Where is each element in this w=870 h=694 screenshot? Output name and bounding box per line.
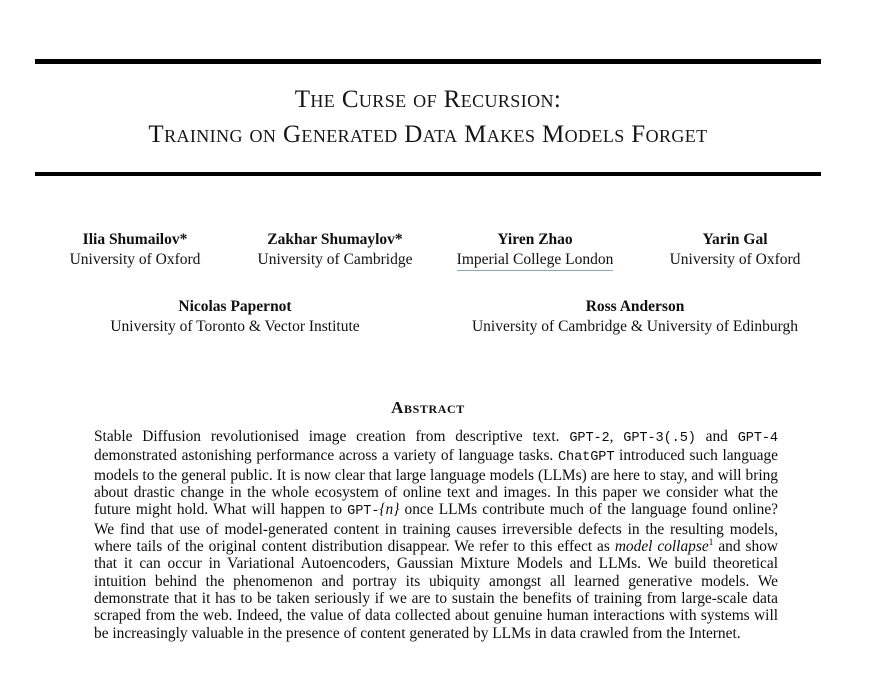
author-name: Yiren Zhao <box>497 231 573 248</box>
author-affiliation: University of Toronto & Vector Institute <box>110 318 360 335</box>
author-name: Ilia Shumailov* <box>82 231 188 248</box>
header-rule-top <box>35 59 821 64</box>
author-row-secondary: Nicolas Papernot University of Toronto &… <box>35 297 835 336</box>
term-model-collapse: model collapse <box>614 538 709 556</box>
model-name-gpt4: GPT-4 <box>737 431 778 446</box>
author-affiliation: University of Cambridge <box>257 251 413 268</box>
author-entry: Ilia Shumailov* University of Oxford <box>35 230 235 269</box>
paper-title: The Curse of Recursion: Training on Gene… <box>35 84 821 150</box>
paper-page: The Curse of Recursion: Training on Gene… <box>0 0 870 694</box>
author-entry: Yarin Gal University of Oxford <box>635 230 835 269</box>
author-entry: Nicolas Papernot University of Toronto &… <box>50 297 420 336</box>
author-name: Zakhar Shumaylov* <box>267 231 403 248</box>
model-name-gpt2: GPT-2 <box>569 431 610 446</box>
author-name: Yarin Gal <box>702 231 768 248</box>
header-rule-bottom <box>35 172 821 176</box>
title-line-2: Training on Generated Data Makes Models … <box>148 121 708 148</box>
abstract-paragraph: Stable Diffusion revolutionised image cr… <box>94 428 778 642</box>
author-name: Ross Anderson <box>585 298 685 315</box>
author-row-primary: Ilia Shumailov* University of Oxford Zak… <box>35 230 835 271</box>
author-entry: Zakhar Shumaylov* University of Cambridg… <box>235 230 435 269</box>
author-affiliation: University of Oxford <box>669 251 801 268</box>
abstract-body: Stable Diffusion revolutionised image cr… <box>94 428 778 642</box>
author-name: Nicolas Papernot <box>178 298 292 315</box>
author-affiliation: University of Oxford <box>69 251 201 268</box>
author-entry: Yiren Zhao Imperial College London <box>435 230 635 271</box>
abstract-text: Stable Diffusion revolutionised image cr… <box>94 428 570 445</box>
author-affiliation: University of Cambridge & University of … <box>471 318 799 335</box>
abstract-text: , <box>609 428 624 445</box>
abstract-text: and <box>695 428 738 445</box>
abstract-text: demonstrated astonishing performance acr… <box>94 447 558 465</box>
model-name-gptn-prefix: GPT- <box>347 504 380 520</box>
author-entry: Ross Anderson University of Cambridge & … <box>450 297 820 336</box>
model-name-chatgpt: ChatGPT <box>557 450 615 466</box>
abstract-heading: Abstract <box>391 398 465 417</box>
model-name-gpt35: GPT-3(.5) <box>623 431 696 446</box>
author-affiliation-link[interactable]: Imperial College London <box>456 250 614 271</box>
title-line-1: The Curse of Recursion: <box>294 86 562 113</box>
